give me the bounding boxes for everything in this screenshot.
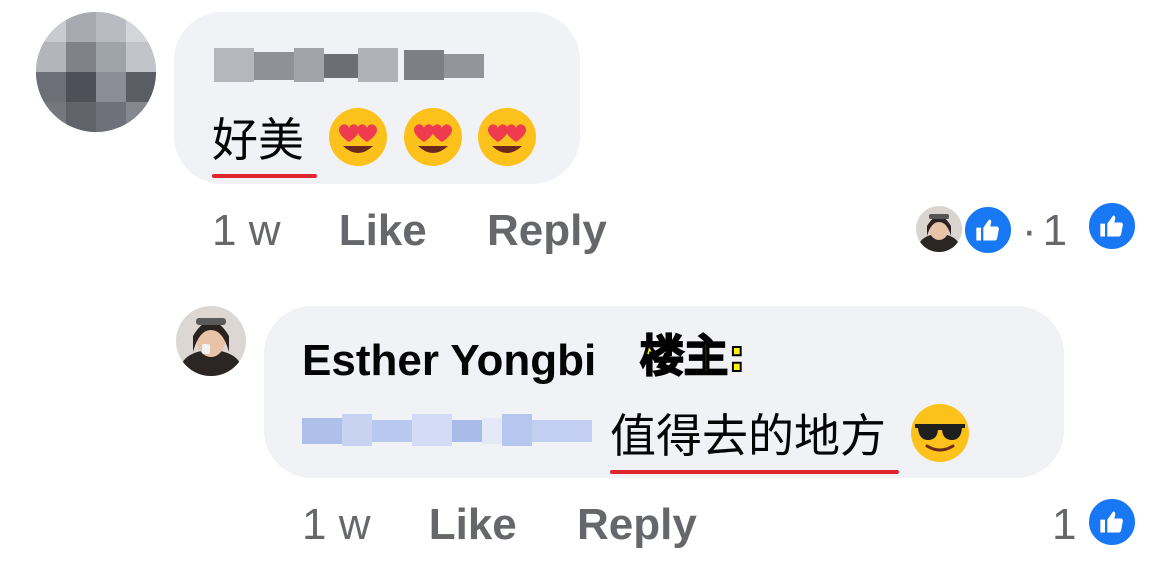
thumbs-up-icon: [1100, 215, 1123, 237]
reply-text: 值得去的地方: [610, 410, 899, 474]
reply-author-name[interactable]: Esther Yongbi: [302, 336, 596, 386]
heart-eyes-emoji-icon: [403, 108, 462, 166]
reply-bubble: Esther Yongbi 楼主: 值得去的地方: [264, 306, 1064, 478]
thumbs-up-icon: [976, 219, 999, 241]
reply-author-avatar[interactable]: [176, 306, 246, 376]
original-poster-tag: 楼主:: [639, 330, 747, 383]
reply-button[interactable]: Reply: [577, 500, 697, 549]
spellcheck-underline: [610, 470, 899, 474]
comment-time[interactable]: 1 w: [212, 206, 280, 255]
reactor-avatar[interactable]: [916, 206, 962, 252]
comment-actions: 1 w Like Reply: [212, 206, 607, 256]
blurred-mention: [302, 410, 592, 450]
user-photo-icon: [916, 206, 962, 252]
sunglasses-emoji-icon: [911, 404, 970, 462]
blurred-avatar-icon: [36, 12, 156, 132]
like-total-badge[interactable]: [1086, 200, 1138, 252]
reply-button[interactable]: Reply: [487, 206, 607, 255]
thumbs-up-icon: [1100, 511, 1123, 533]
commenter-avatar[interactable]: [36, 12, 156, 132]
like-reaction-badge[interactable]: [962, 204, 1014, 256]
comment-body: 好美: [212, 104, 546, 178]
like-total-badge[interactable]: [1086, 496, 1138, 548]
reaction-count[interactable]: · 1: [1022, 206, 1067, 256]
spellcheck-underline: [212, 174, 317, 178]
like-button[interactable]: Like: [429, 500, 517, 549]
blurred-author-name: [214, 48, 484, 82]
comment-bubble: 好美: [174, 12, 580, 184]
like-button[interactable]: Like: [339, 206, 427, 255]
reply-body: 值得去的地方: [610, 400, 979, 474]
heart-eyes-emoji-icon: [478, 108, 537, 166]
reply-reaction-count[interactable]: 1: [1052, 500, 1076, 550]
heart-eyes-emoji-icon: [329, 108, 388, 166]
comment-text: 好美: [212, 114, 317, 178]
reply-actions: 1 w Like Reply: [302, 500, 697, 550]
reply-time[interactable]: 1 w: [302, 500, 370, 549]
user-photo-icon: [176, 306, 246, 376]
separator-dot: ·: [1022, 206, 1037, 255]
